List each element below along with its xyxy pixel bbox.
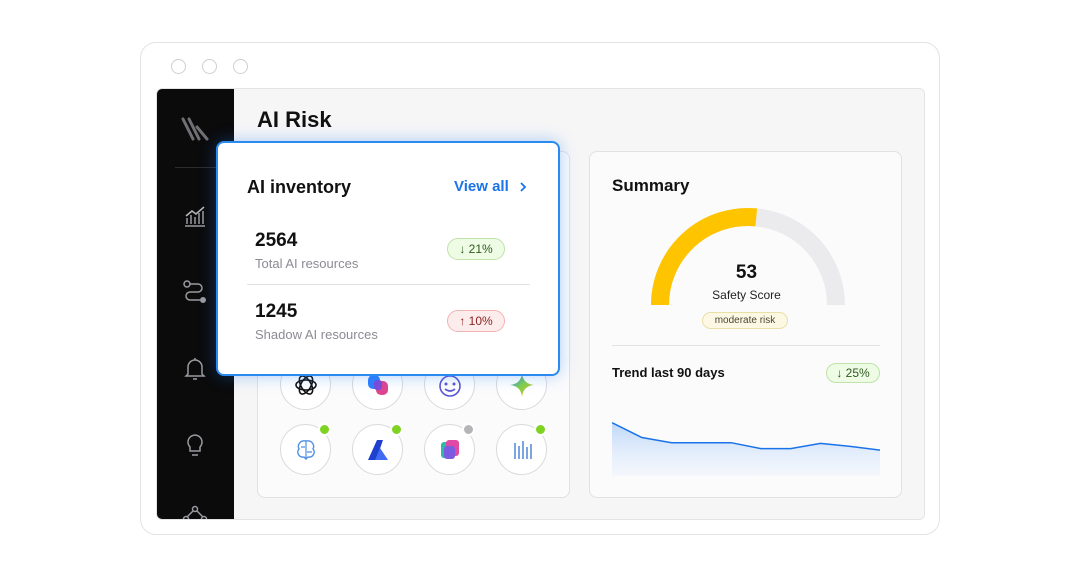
- view-all-label: View all: [454, 178, 509, 195]
- summary-card: Summary 53 Safety Score moderate risk Tr…: [589, 151, 902, 498]
- metric-label: Total AI resources: [255, 256, 359, 271]
- brand-logo-icon[interactable]: [181, 117, 209, 141]
- safety-score-value: 53: [735, 262, 758, 283]
- bell-icon[interactable]: [182, 356, 208, 382]
- status-dot: [390, 423, 403, 436]
- total-ai-resources: 2564 Total AI resources: [255, 230, 358, 271]
- shadow-ai-resources: 1245 Shadow AI resources: [255, 301, 378, 342]
- window-minimize-control[interactable]: [202, 59, 217, 74]
- risk-level-badge: moderate risk: [702, 312, 788, 329]
- ai-tool-brain[interactable]: [280, 423, 331, 475]
- summary-divider: [612, 345, 880, 346]
- safety-score-label: Safety Score: [712, 288, 781, 302]
- change-badge-down: ↓ 21%: [447, 238, 505, 260]
- inventory-title: AI inventory: [247, 177, 352, 197]
- workflow-icon[interactable]: [182, 279, 208, 305]
- page-title: AI Risk: [257, 107, 332, 132]
- trend-change-badge: ↓ 25%: [826, 363, 880, 383]
- ai-tool-data-stack[interactable]: [496, 423, 547, 475]
- ai-tool-azure[interactable]: [352, 423, 403, 475]
- brain-circuit-icon: [296, 439, 315, 460]
- azure-icon: [367, 439, 388, 460]
- window-close-control[interactable]: [171, 59, 186, 74]
- status-dot: [534, 423, 547, 436]
- lightbulb-icon[interactable]: [182, 432, 208, 458]
- inventory-divider: [247, 284, 530, 285]
- window-maximize-control[interactable]: [233, 59, 248, 74]
- trend-chart: [612, 422, 880, 476]
- chevron-right-icon: [520, 181, 527, 192]
- copilot-studio-icon: [440, 439, 459, 459]
- change-badge-up: ↑ 10%: [447, 310, 505, 332]
- sidebar-divider: [175, 167, 216, 168]
- trend-label: Trend last 90 days: [612, 365, 725, 380]
- ai-tool-copilot-studio[interactable]: [424, 423, 475, 475]
- data-stack-icon: [513, 440, 532, 459]
- metric-value: 2564: [255, 230, 298, 251]
- view-all-link[interactable]: View all: [454, 178, 527, 195]
- status-dot: [462, 423, 475, 436]
- ai-inventory-popup: AI inventory View all 2564 Total AI reso…: [216, 141, 560, 376]
- chart-icon[interactable]: [182, 203, 208, 229]
- trend-area: [612, 422, 880, 476]
- summary-title: Summary: [612, 176, 690, 195]
- status-dot: [318, 423, 331, 436]
- metric-label: Shadow AI resources: [255, 327, 378, 342]
- metric-value: 1245: [255, 301, 298, 322]
- network-icon[interactable]: [182, 503, 208, 520]
